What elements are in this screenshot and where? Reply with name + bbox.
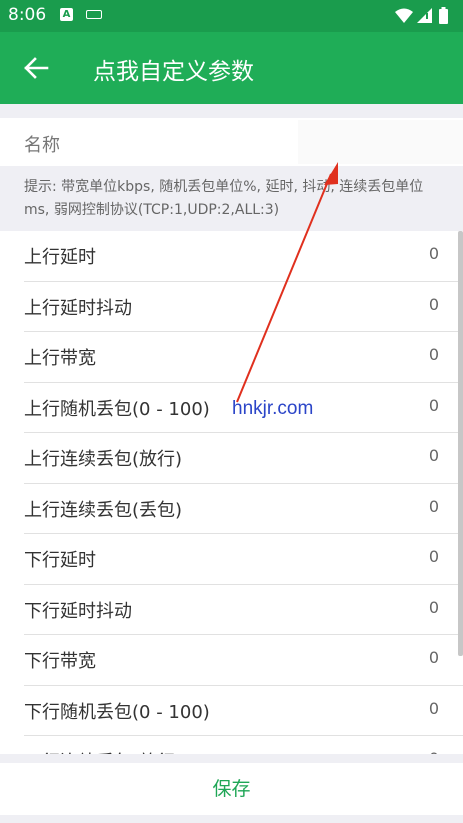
param-label: 上行延时抖动: [24, 297, 132, 319]
param-value[interactable]: 0: [429, 648, 439, 667]
name-field-row: 名称: [0, 118, 463, 166]
param-value[interactable]: 0: [429, 598, 439, 617]
param-value[interactable]: 0: [429, 295, 439, 314]
param-value[interactable]: 0: [429, 699, 439, 718]
param-label: 上行带宽: [24, 348, 96, 369]
param-value[interactable]: 0: [429, 749, 439, 754]
name-field-label: 名称: [24, 135, 60, 156]
param-label: 下行连续丢包(放行): [24, 748, 182, 754]
param-row[interactable]: 上行连续丢包(丢包) 0: [24, 484, 463, 534]
notification-a-icon: A: [60, 8, 73, 21]
param-row[interactable]: 下行连续丢包(放行) 0: [24, 736, 463, 754]
param-label: 下行随机丢包(0 - 100): [24, 701, 210, 723]
signal-icon: [417, 8, 432, 23]
page-title: 点我自定义参数: [93, 59, 254, 85]
param-value[interactable]: 0: [429, 547, 439, 566]
param-value[interactable]: 0: [429, 497, 439, 516]
param-row[interactable]: 上行延时 0: [24, 231, 463, 282]
param-row[interactable]: 上行连续丢包(放行) 0: [24, 433, 463, 484]
param-label: 下行延时抖动: [24, 600, 132, 622]
battery-icon: [439, 7, 448, 24]
status-bar: 8:06 A: [0, 0, 463, 32]
wifi-icon: [395, 8, 413, 23]
param-value[interactable]: 0: [429, 446, 439, 465]
param-row[interactable]: 上行延时抖动 0: [24, 282, 463, 332]
param-value[interactable]: 0: [429, 345, 439, 364]
save-button[interactable]: 保存: [0, 763, 463, 815]
param-label: 上行随机丢包(0 - 100): [24, 398, 210, 420]
back-arrow-icon[interactable]: [22, 54, 50, 82]
param-row[interactable]: 下行延时抖动 0: [24, 585, 463, 635]
app-bar: 点我自定义参数: [0, 32, 463, 104]
keyboard-icon: [86, 10, 102, 19]
param-label: 上行延时: [24, 247, 96, 268]
param-list: 上行延时 0 上行延时抖动 0 上行带宽 0 上行随机丢包(0 - 100) 0 上行连续丢包(…: [0, 231, 463, 754]
param-label: 下行带宽: [24, 651, 96, 672]
param-label: 下行延时: [24, 550, 96, 571]
hint-text: 提示: 带宽单位kbps, 随机丢包单位%, 延时, 抖动, 连续丢包单位ms,…: [24, 179, 424, 218]
param-row[interactable]: 下行延时 0: [24, 534, 463, 585]
list-scrollbar[interactable]: [458, 231, 463, 656]
name-input[interactable]: [298, 120, 463, 164]
param-label: 上行连续丢包(丢包): [24, 499, 183, 521]
param-row[interactable]: 上行带宽 0: [24, 332, 463, 383]
param-label: 上行连续丢包(放行): [24, 449, 183, 470]
save-bar: 保存: [0, 763, 463, 815]
param-value[interactable]: 0: [429, 244, 439, 263]
status-time: 8:06: [8, 5, 47, 25]
param-row[interactable]: 下行随机丢包(0 - 100) 0: [24, 686, 463, 736]
param-row[interactable]: 下行带宽 0: [24, 635, 463, 686]
param-value[interactable]: 0: [429, 396, 439, 415]
watermark-text: hnkjr.com: [232, 398, 314, 419]
